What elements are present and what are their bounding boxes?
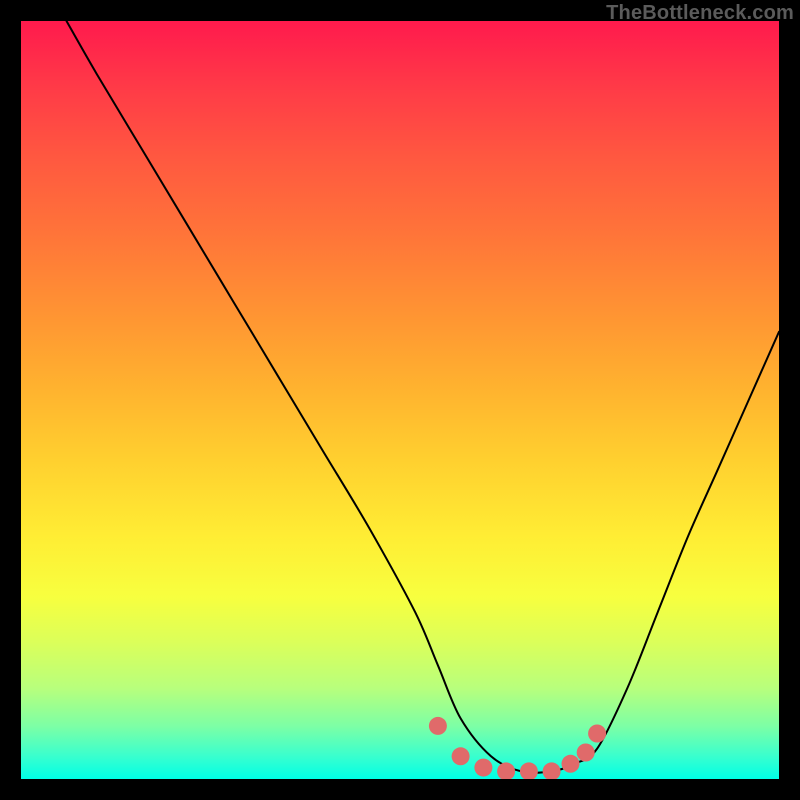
- chart-frame: [21, 21, 779, 779]
- gradient-background: [21, 21, 779, 779]
